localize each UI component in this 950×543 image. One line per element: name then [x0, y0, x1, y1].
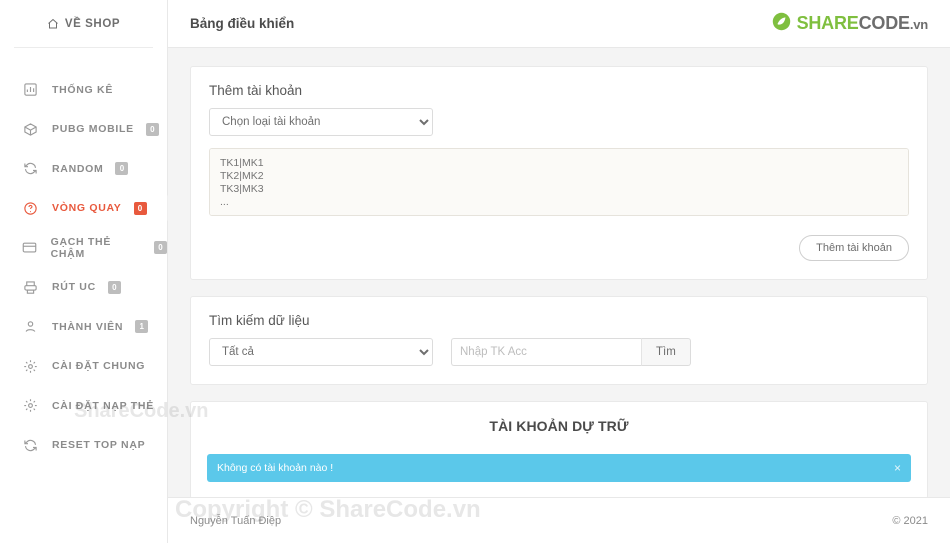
sidebar-item-badge: 0	[145, 122, 159, 136]
empty-alert-text: Không có tài khoản nào !	[217, 462, 334, 474]
sidebar-item-vong-quay[interactable]: VÒNG QUAY 0	[0, 189, 180, 229]
sidebar-item-label: GẠCH THẺ CHẬM	[50, 235, 112, 260]
brand-logo[interactable]: SHARECODE.vn	[772, 12, 928, 36]
search-input[interactable]	[451, 338, 641, 366]
sidebar-nav: THỐNG KÊ PUBG MOBILE 0 RANDOM 0 VÒNG QUA…	[0, 48, 180, 466]
gear-icon	[20, 359, 40, 374]
gear-icon	[20, 398, 40, 413]
add-account-button-row: Thêm tài khoản	[209, 235, 909, 261]
brand-share: SHARE	[796, 13, 859, 33]
sidebar-item-badge: 0	[154, 241, 167, 255]
search-title: Tìm kiếm dữ liệu	[209, 313, 310, 328]
refresh-icon	[20, 438, 40, 453]
sidebar-item-badge: 0	[133, 201, 147, 215]
account-type-select[interactable]: Chọn loại tài khoản	[209, 108, 433, 136]
brand-code: CODE	[858, 13, 910, 33]
shop-label: VỀ SHOP	[64, 17, 121, 30]
footer: Nguyễn Tuấn Điệp © 2021	[168, 497, 950, 543]
sidebar-shop-link[interactable]: VỀ SHOP	[14, 0, 153, 48]
add-account-card: Thêm tài khoản Chọn loại tài khoản Thêm …	[190, 66, 928, 280]
refresh-icon	[20, 161, 40, 176]
sidebar-item-label: PUBG MOBILE	[52, 123, 134, 136]
sidebar-item-label: THÀNH VIÊN	[52, 320, 124, 333]
sidebar-item-rut-uc[interactable]: RÚT UC 0	[0, 268, 167, 308]
reserve-accounts-title: TÀI KHOẢN DỰ TRỮ	[489, 418, 629, 434]
sidebar-item-label: CÀI ĐẶT CHUNG	[52, 360, 146, 373]
footer-copyright: © 2021	[892, 514, 928, 527]
user-icon	[20, 319, 40, 334]
close-icon[interactable]: ×	[886, 461, 901, 475]
app-root: VỀ SHOP THỐNG KÊ PUBG MOBILE 0 RANDOM 0 …	[0, 0, 950, 543]
sidebar-item-badge: 1	[135, 320, 149, 334]
sidebar-item-reset-top-nap[interactable]: RESET TOP NẠP	[0, 426, 167, 466]
reserve-accounts-card: TÀI KHOẢN DỰ TRỮ Không có tài khoản nào …	[190, 401, 928, 497]
sidebar-item-random[interactable]: RANDOM 0	[0, 149, 167, 189]
sidebar-item-label: THỐNG KÊ	[52, 83, 114, 96]
credit-card-icon	[20, 240, 39, 255]
brand-text: SHARECODE.vn	[796, 13, 929, 34]
topbar: Bảng điều khiển SHARECODE.vn	[168, 0, 950, 48]
sidebar-item-badge: 0	[115, 162, 129, 176]
sidebar-item-cai-dat-nap-the[interactable]: CÀI ĐẶT NẠP THẺ	[0, 386, 167, 426]
add-account-body: Chọn loại tài khoản Thêm tài khoản	[191, 108, 927, 279]
accounts-textarea[interactable]	[209, 148, 909, 216]
question-circle-icon	[20, 201, 40, 216]
empty-alert: Không có tài khoản nào ! ×	[207, 454, 911, 482]
footer-author: Nguyễn Tuấn Điệp	[190, 514, 282, 527]
search-card: Tìm kiếm dữ liệu Tất cả Tìm	[190, 296, 928, 385]
sidebar-item-badge: 0	[107, 280, 121, 294]
sidebar-item-label: RANDOM	[52, 162, 104, 175]
sidebar: VỀ SHOP THỐNG KÊ PUBG MOBILE 0 RANDOM 0 …	[0, 0, 180, 543]
chart-bar-icon	[20, 82, 40, 97]
sidebar-item-label: VÒNG QUAY	[52, 202, 122, 215]
printer-icon	[20, 280, 40, 295]
sidebar-item-label: RESET TOP NẠP	[52, 439, 146, 452]
sidebar-item-cai-dat-chung[interactable]: CÀI ĐẶT CHUNG	[0, 347, 167, 387]
search-body: Tất cả Tìm	[191, 338, 927, 384]
add-account-title: Thêm tài khoản	[209, 83, 303, 98]
main-area: Bảng điều khiển SHARECODE.vn Thêm tài kh…	[168, 0, 950, 543]
add-account-button[interactable]: Thêm tài khoản	[799, 235, 909, 261]
home-icon	[47, 18, 59, 30]
sidebar-item-thanh-vien[interactable]: THÀNH VIÊN 1	[0, 307, 167, 347]
sidebar-item-label: CÀI ĐẶT NẠP THẺ	[52, 399, 154, 412]
brand-vn: .vn	[909, 17, 928, 32]
search-button[interactable]: Tìm	[641, 338, 691, 366]
sharecode-leaf-icon	[772, 12, 791, 36]
search-input-group: Tìm	[451, 338, 691, 366]
sidebar-item-pubg-mobile[interactable]: PUBG MOBILE 0	[0, 110, 167, 150]
content-area: Thêm tài khoản Chọn loại tài khoản Thêm …	[168, 48, 950, 497]
page-title: Bảng điều khiển	[190, 16, 295, 31]
search-filter-select[interactable]: Tất cả	[209, 338, 433, 366]
sidebar-item-gach-the-cham[interactable]: GẠCH THẺ CHẬM 0	[0, 228, 167, 268]
search-row: Tất cả Tìm	[209, 338, 909, 366]
sidebar-item-label: RÚT UC	[52, 281, 96, 294]
box-icon	[20, 122, 40, 137]
sidebar-item-thong-ke[interactable]: THỐNG KÊ	[0, 70, 167, 110]
